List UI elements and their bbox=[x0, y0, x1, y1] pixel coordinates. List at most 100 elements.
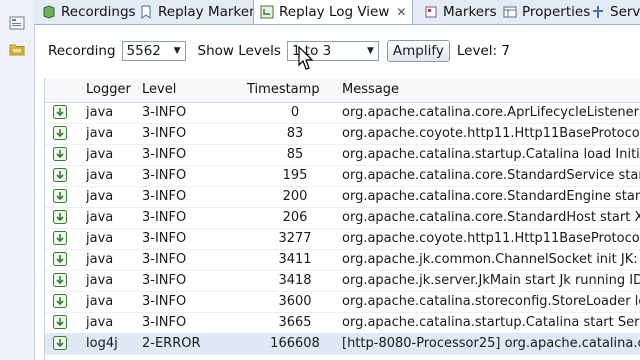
tab-label: Properties bbox=[522, 3, 591, 20]
folder-icon[interactable] bbox=[9, 42, 25, 56]
timestamp-cell: 85 bbox=[286, 147, 304, 162]
log-entry-icon bbox=[53, 273, 67, 287]
view-icon[interactable] bbox=[9, 16, 25, 30]
timestamp-cell: 3277 bbox=[278, 231, 312, 246]
logger-cell: java bbox=[86, 105, 114, 120]
logger-cell: java bbox=[86, 210, 114, 225]
recording-label: Recording bbox=[48, 43, 116, 59]
table-header: Logger Level Timestamp Message bbox=[45, 78, 640, 103]
log-table: Logger Level Timestamp Message java 3-IN… bbox=[44, 78, 640, 360]
log-toolbar: Recording 5562 ▼ Show Levels 1 to 3 ▼ Am… bbox=[40, 38, 640, 64]
table-row[interactable]: java 3-INFO 195 org.apache.catalina.core… bbox=[45, 165, 640, 187]
close-icon[interactable]: ✕ bbox=[396, 5, 406, 19]
table-row[interactable]: java 3-INFO 3600 org.apache.catalina.sto… bbox=[45, 291, 640, 313]
logger-cell: java bbox=[86, 147, 114, 162]
column-header-logger[interactable]: Logger bbox=[86, 82, 131, 97]
markers-icon bbox=[425, 6, 437, 17]
level-cell: 3-INFO bbox=[142, 210, 187, 225]
log-entry-icon bbox=[53, 168, 67, 182]
message-cell: org.apache.catalina.core.StandardService… bbox=[342, 168, 640, 183]
tab-replay-log-view[interactable]: Replay Log View ✕ bbox=[253, 0, 414, 24]
level-cell: 3-INFO bbox=[142, 273, 187, 288]
log-entry-icon bbox=[53, 336, 67, 350]
table-row[interactable]: log4j 2-ERROR 166608 [http-8080-Processo… bbox=[45, 333, 640, 355]
table-row[interactable]: java 3-INFO 83 org.apache.coyote.http11.… bbox=[45, 123, 640, 145]
column-header-timestamp[interactable]: Timestamp bbox=[247, 82, 320, 97]
timestamp-cell: 3411 bbox=[278, 252, 312, 267]
properties-icon bbox=[503, 6, 517, 17]
amplify-button[interactable]: Amplify bbox=[386, 40, 450, 62]
level-cell: 3-INFO bbox=[142, 315, 187, 330]
level-cell: 3-INFO bbox=[142, 105, 187, 120]
logger-cell: java bbox=[86, 231, 114, 246]
left-side-strip bbox=[0, 0, 35, 360]
timestamp-cell: 3665 bbox=[278, 315, 312, 330]
tab-properties[interactable]: Properties bbox=[497, 0, 596, 23]
table-row[interactable]: java 3-INFO 0 org.apache.catalina.core.A… bbox=[45, 102, 640, 124]
message-cell: org.apache.catalina.startup.Catalina loa… bbox=[342, 147, 640, 162]
table-row[interactable]: java 3-INFO 3411 org.apache.jk.common.Ch… bbox=[45, 249, 640, 271]
view-tab-bar: Recordings Replay Markers Replay Log Vie… bbox=[34, 0, 640, 25]
logger-cell: java bbox=[86, 294, 114, 309]
timestamp-cell: 3600 bbox=[278, 294, 312, 309]
table-row[interactable]: java 3-INFO 3665 org.apache.catalina.sta… bbox=[45, 312, 640, 334]
table-row[interactable]: java 3-INFO 200 org.apache.catalina.core… bbox=[45, 186, 640, 208]
table-row[interactable]: java 3-INFO 3418 org.apache.jk.server.Jk… bbox=[45, 270, 640, 292]
message-cell: org.apache.catalina.storeconfig.StoreLoa… bbox=[342, 294, 640, 309]
bookmark-icon bbox=[141, 5, 151, 19]
column-header-message[interactable]: Message bbox=[342, 82, 399, 97]
level-cell: 3-INFO bbox=[142, 168, 187, 183]
message-cell: org.apache.coyote.http11.Http11BaseProto… bbox=[342, 126, 640, 141]
level-cell: 3-INFO bbox=[142, 147, 187, 162]
chevron-down-icon: ▼ bbox=[367, 46, 374, 56]
timestamp-cell: 0 bbox=[290, 105, 300, 120]
table-row[interactable]: java 3-INFO 206 org.apache.catalina.core… bbox=[45, 207, 640, 229]
tab-label: Replay Log View bbox=[279, 4, 390, 20]
tab-markers[interactable]: Markers bbox=[418, 0, 503, 23]
log-entry-icon bbox=[53, 189, 67, 203]
logger-cell: java bbox=[86, 273, 114, 288]
timestamp-cell: 200 bbox=[282, 189, 308, 204]
tab-recordings[interactable]: Recordings bbox=[36, 0, 142, 23]
log-entry-icon bbox=[53, 294, 67, 308]
show-levels-label: Show Levels bbox=[197, 43, 281, 59]
table-row[interactable]: java 3-INFO 85 org.apache.catalina.start… bbox=[45, 144, 640, 166]
logger-cell: java bbox=[86, 315, 114, 330]
table-row[interactable]: java 3-INFO 3277 org.apache.coyote.http1… bbox=[45, 228, 640, 250]
mouse-cursor-icon bbox=[298, 46, 314, 70]
tab-label: Replay Markers bbox=[158, 3, 262, 20]
timestamp-cell: 3418 bbox=[278, 273, 312, 288]
tab-label: Serve bbox=[610, 3, 640, 20]
log-entry-icon bbox=[53, 147, 67, 161]
log-entry-icon bbox=[53, 252, 67, 266]
level-cell: 3-INFO bbox=[142, 252, 187, 267]
message-cell: org.apache.coyote.http11.Http11BaseProto… bbox=[342, 231, 640, 246]
log-entry-icon bbox=[53, 105, 67, 119]
logger-cell: java bbox=[86, 252, 114, 267]
column-header-level[interactable]: Level bbox=[142, 82, 176, 97]
timestamp-cell: 195 bbox=[282, 168, 308, 183]
log-entry-icon bbox=[53, 126, 67, 140]
message-cell: org.apache.jk.common.ChannelSocket init … bbox=[342, 252, 640, 267]
level-cell: 2-ERROR bbox=[142, 336, 201, 351]
recordings-icon bbox=[43, 4, 55, 19]
message-cell: org.apache.catalina.startup.Catalina sta… bbox=[342, 315, 640, 330]
level-indicator: Level: 7 bbox=[456, 43, 510, 59]
logger-cell: java bbox=[86, 168, 114, 183]
tab-replay-markers[interactable]: Replay Markers bbox=[133, 0, 268, 23]
recording-value: 5562 bbox=[126, 43, 161, 59]
message-cell: org.apache.catalina.core.AprLifecycleLis… bbox=[342, 105, 640, 120]
level-cell: 3-INFO bbox=[142, 294, 187, 309]
servers-icon bbox=[593, 5, 603, 18]
recording-select[interactable]: 5562 ▼ bbox=[121, 41, 186, 61]
timestamp-cell: 206 bbox=[282, 210, 308, 225]
level-cell: 3-INFO bbox=[142, 189, 187, 204]
tab-label: Recordings bbox=[61, 3, 136, 20]
message-cell: org.apache.jk.server.JkMain start Jk run… bbox=[342, 273, 640, 288]
log-entry-icon bbox=[53, 210, 67, 224]
message-cell: org.apache.catalina.core.StandardEngine … bbox=[342, 189, 640, 204]
level-cell: 3-INFO bbox=[142, 126, 187, 141]
tab-servers[interactable]: Serve bbox=[585, 0, 640, 23]
log-entry-icon bbox=[53, 231, 67, 245]
logger-cell: java bbox=[86, 126, 114, 141]
